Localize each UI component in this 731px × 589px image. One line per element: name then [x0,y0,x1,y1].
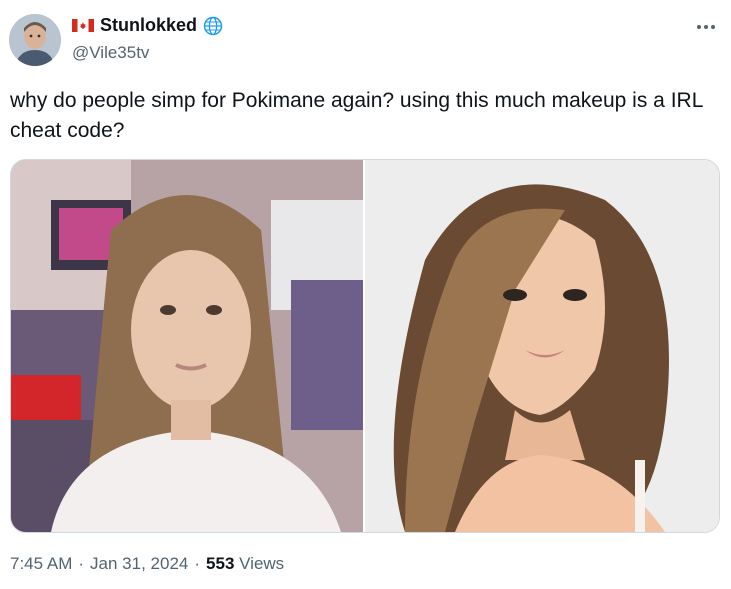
tweet-text: why do people simp for Pokimane again? u… [10,89,703,142]
views[interactable]: 553 Views [206,554,284,574]
views-label: Views [239,554,285,573]
more-options-button[interactable] [692,16,720,38]
canada-flag-icon [72,19,94,32]
author-display-name[interactable]: Stunlokked [100,15,197,36]
views-count: 553 [206,554,235,573]
tweet-date[interactable]: Jan 31, 2024 [90,554,188,574]
photo-right[interactable] [365,160,719,532]
author-handle[interactable]: @Vile35tv [72,43,149,63]
tweet-meta: 7:45 AM · Jan 31, 2024 · 553 Views [10,554,284,574]
avatar-image [9,14,61,66]
meta-separator: · [78,554,85,573]
author-name-row: Stunlokked [72,15,223,36]
meta-separator: · [194,554,201,573]
tweet-time[interactable]: 7:45 AM [10,554,72,574]
tweet-media[interactable] [10,159,720,533]
avatar[interactable] [9,14,61,66]
more-icon [697,25,715,29]
photo-left[interactable] [11,160,365,532]
globe-icon [203,16,223,36]
